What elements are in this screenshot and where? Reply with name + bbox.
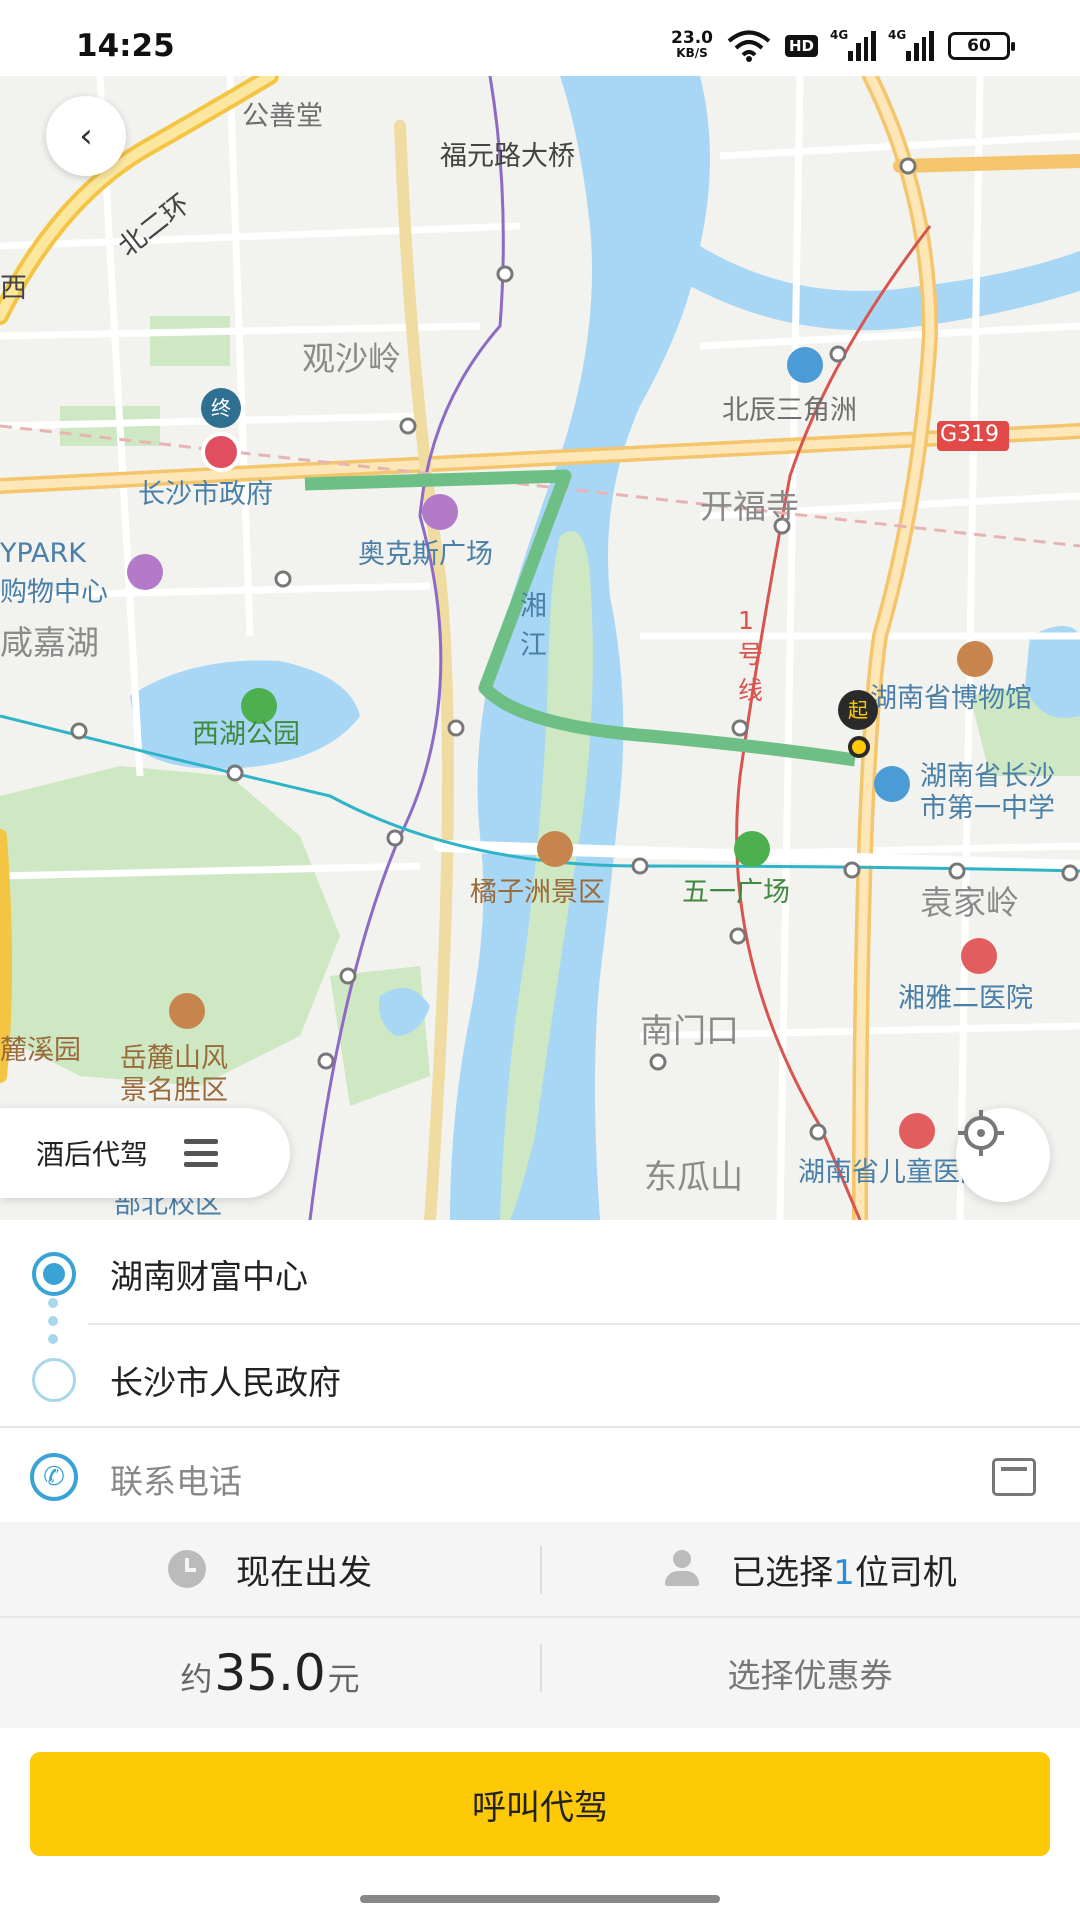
map-label: YPARK	[0, 538, 86, 569]
map-label: 福元路大桥	[440, 141, 575, 172]
network-speed: 23.0 KB/S	[671, 28, 713, 61]
map-label: G319	[940, 422, 1000, 447]
price-row: 约 35.0 元 选择优惠券	[0, 1618, 1080, 1728]
map-label: 湘江	[520, 591, 547, 661]
end-address: 长沙市人民政府	[110, 1363, 341, 1402]
hd-badge: HD	[784, 35, 818, 57]
map-label: 开福寺	[700, 487, 799, 526]
map-label: 东瓜山	[644, 1157, 743, 1196]
route-connector-dot	[48, 1316, 58, 1326]
divider	[88, 1323, 1080, 1325]
list-icon	[184, 1139, 219, 1167]
locate-button[interactable]	[956, 1108, 1050, 1202]
network-speed-unit: KB/S	[676, 46, 708, 60]
price-display: 约 35.0 元	[180, 1644, 359, 1702]
map-label: 购物中心	[0, 577, 108, 608]
phone-icon: ✆	[30, 1453, 78, 1501]
coupon-button[interactable]: 选择优惠券	[540, 1618, 1080, 1728]
signal-icon: 4G	[888, 28, 934, 61]
coupon-label: 选择优惠券	[727, 1656, 893, 1695]
map-label: 袁家岭	[920, 883, 1019, 922]
map-label: 长沙市政府	[138, 479, 273, 510]
map-label: 公善堂	[242, 101, 323, 132]
driver-prefix: 已选择	[731, 1552, 834, 1593]
price-value: 35.0	[214, 1644, 326, 1702]
map-label: 市第一中学	[920, 793, 1055, 824]
phone-input[interactable]: 联系电话	[110, 1455, 242, 1503]
start-marker[interactable]: 起	[838, 690, 878, 730]
price-unit: 元	[327, 1660, 360, 1698]
back-button[interactable]: ‹	[46, 96, 126, 176]
signal-type: 4G	[888, 28, 907, 42]
end-pin-icon	[201, 432, 241, 472]
options-row: 现在出发 已选择1位司机	[0, 1522, 1080, 1616]
battery-icon: 60	[948, 32, 1015, 60]
chevron-left-icon: ‹	[79, 116, 93, 156]
home-indicator[interactable]	[360, 1895, 720, 1903]
map-label: 南门口	[640, 1011, 739, 1050]
map-label: 湖南省博物馆	[870, 683, 1032, 714]
map-label: 北辰三角洲	[722, 395, 857, 426]
start-address: 湖南财富中心	[110, 1257, 308, 1296]
price-prefix: 约	[180, 1660, 213, 1698]
network-speed-value: 23.0	[671, 28, 713, 48]
call-driver-button[interactable]: 呼叫代驾	[30, 1752, 1050, 1856]
signal-icon: 4G	[830, 28, 876, 61]
price-estimate[interactable]: 约 35.0 元	[0, 1618, 540, 1728]
end-marker[interactable]: 终	[201, 388, 241, 428]
service-type-label: 酒后代驾	[36, 1138, 149, 1171]
clock-icon	[168, 1550, 206, 1588]
map-label: 麓溪园	[0, 1035, 81, 1066]
wifi-icon	[727, 30, 771, 62]
map-label: 观沙岭	[302, 339, 401, 378]
start-point-icon	[32, 1252, 76, 1296]
map-label: 景名胜区	[120, 1075, 228, 1106]
start-address-row[interactable]: 湖南财富中心	[0, 1220, 1080, 1328]
phone-row[interactable]: ✆ 联系电话	[0, 1428, 1080, 1522]
end-address-row[interactable]: 长沙市人民政府	[0, 1326, 1080, 1434]
depart-time-label: 现在出发	[236, 1552, 372, 1593]
status-bar: 14:25 23.0 KB/S HD 4G 4G 60	[0, 0, 1080, 76]
map-view[interactable]: 公善堂 福元路大桥 北二环 西 观沙岭 北辰三角洲 G319 长沙市政府 开福寺…	[0, 76, 1080, 1220]
person-icon	[663, 1550, 701, 1588]
driver-select-label: 已选择1位司机	[731, 1545, 957, 1594]
route-connector-dot	[48, 1298, 58, 1308]
map-label: 湘雅二医院	[898, 983, 1033, 1014]
map-label: 西	[0, 273, 27, 304]
map-label: 橘子洲景区	[470, 877, 605, 908]
service-type-button[interactable]: 酒后代驾	[0, 1108, 290, 1198]
status-icons: 23.0 KB/S HD 4G 4G 60	[671, 28, 1015, 64]
driver-suffix: 位司机	[854, 1552, 957, 1593]
map-label: 咸嘉湖	[0, 623, 99, 662]
map-label: 1号线	[738, 606, 764, 705]
driver-count: 1	[833, 1552, 855, 1593]
end-point-icon	[32, 1358, 76, 1402]
start-dot-icon	[848, 736, 870, 758]
signal-type: 4G	[830, 28, 849, 42]
driver-select-button[interactable]: 已选择1位司机	[540, 1522, 1080, 1616]
status-time: 14:25	[76, 28, 175, 64]
map-label: 五一广场	[682, 877, 790, 908]
depart-time-button[interactable]: 现在出发	[0, 1522, 540, 1616]
map-label: 奥克斯广场	[358, 539, 493, 570]
map-label: 西湖公园	[192, 719, 300, 750]
contacts-icon[interactable]	[992, 1458, 1036, 1496]
crosshair-icon	[958, 1110, 1004, 1156]
